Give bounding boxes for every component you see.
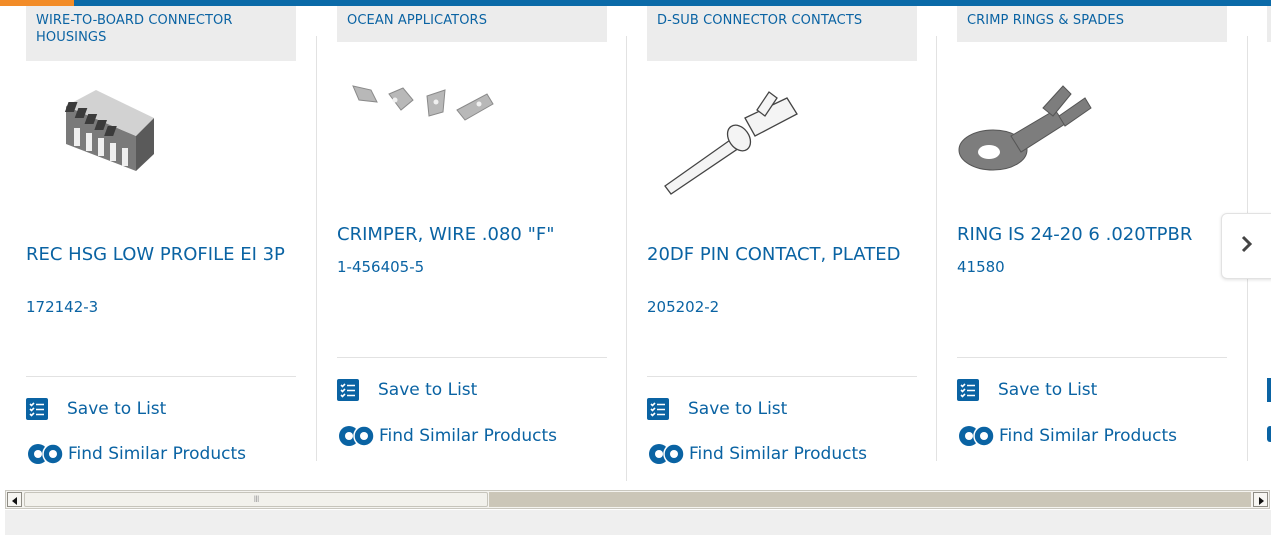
checklist-icon (647, 398, 669, 420)
gears-icon (26, 442, 66, 466)
part-number-link[interactable]: 205202-2 (647, 298, 719, 316)
find-similar-label: Find Similar Products (689, 444, 867, 464)
gears-icon (647, 442, 687, 466)
save-to-list-button[interactable]: Save to List (26, 398, 166, 420)
category-label[interactable]: WIRE-TO-BOARD CONNECTOR HOUSINGS (26, 6, 296, 61)
product-carousel: WIRE-TO-BOARD CONNECTOR HOUSINGS REC HSG… (0, 6, 1271, 482)
checklist-icon (26, 398, 48, 420)
gears-icon (337, 424, 377, 448)
arrow-right-icon (1257, 490, 1265, 509)
find-similar-label: Find Similar Products (379, 426, 557, 446)
save-to-list-label: Save to List (688, 399, 788, 419)
product-title-link[interactable]: CRIMPER, WIRE .080 "F" (337, 226, 607, 244)
category-label[interactable]: D-SUB CONNECTOR CONTACTS (647, 6, 917, 61)
save-to-list-label: Save to List (998, 380, 1098, 400)
card-separator (957, 357, 1227, 358)
card-divider (936, 36, 937, 461)
arrow-left-icon (11, 490, 19, 509)
part-number-link[interactable]: 1-456405-5 (337, 258, 424, 276)
scrollbar-thumb[interactable]: III (24, 492, 488, 507)
product-card: CRIMP RINGS & SPADES RING IS 24-20 6 .02… (957, 6, 1227, 476)
find-similar-button[interactable]: Find Similar Products (337, 424, 557, 448)
part-number-link[interactable]: 172142-3 (26, 298, 98, 316)
horizontal-scrollbar[interactable]: III (5, 490, 1270, 509)
scroll-left-button[interactable] (7, 492, 22, 507)
category-label[interactable] (1267, 6, 1271, 42)
pin-contact-image[interactable] (647, 86, 917, 216)
card-separator (26, 376, 296, 377)
card-divider (626, 36, 627, 481)
card-separator (337, 357, 607, 358)
ring-terminal-image[interactable] (957, 76, 1227, 206)
save-to-list-button[interactable]: Save to List (647, 398, 787, 420)
scrollbar-grip: III (253, 494, 260, 505)
gears-icon[interactable] (1267, 426, 1271, 442)
save-to-list-label: Save to List (67, 399, 167, 419)
gears-icon (957, 424, 997, 448)
checklist-icon (957, 379, 979, 401)
find-similar-button[interactable]: Find Similar Products (26, 442, 246, 466)
checklist-icon (337, 379, 359, 401)
find-similar-button[interactable]: Find Similar Products (647, 442, 867, 466)
footer-area (5, 510, 1271, 535)
product-card: WIRE-TO-BOARD CONNECTOR HOUSINGS REC HSG… (26, 6, 296, 476)
carousel-next-button[interactable] (1221, 213, 1271, 279)
product-card: D-SUB CONNECTOR CONTACTS 20DF PIN CONTAC… (647, 6, 917, 476)
card-divider (316, 36, 317, 461)
product-title-link[interactable]: RING IS 24-20 6 .020TPBR (957, 226, 1227, 244)
checklist-icon[interactable] (1267, 378, 1271, 402)
chevron-right-icon (1239, 234, 1255, 258)
card-separator (647, 376, 917, 377)
category-label[interactable]: OCEAN APPLICATORS (337, 6, 607, 42)
connector-housing-image[interactable] (26, 76, 296, 206)
save-to-list-button[interactable]: Save to List (337, 379, 477, 401)
product-title-link[interactable]: 20DF PIN CONTACT, PLATED (647, 246, 917, 264)
find-similar-button[interactable]: Find Similar Products (957, 424, 1177, 448)
scroll-right-button[interactable] (1253, 492, 1268, 507)
crimper-parts-image[interactable] (337, 76, 607, 206)
scrollbar-track[interactable] (489, 492, 1251, 507)
category-label[interactable]: CRIMP RINGS & SPADES (957, 6, 1227, 42)
find-similar-label: Find Similar Products (68, 444, 246, 464)
product-title-link[interactable]: REC HSG LOW PROFILE EI 3P (26, 246, 296, 264)
product-card: OCEAN APPLICATORS CRIMPER, WIRE .080 "F"… (337, 6, 607, 476)
save-to-list-button[interactable]: Save to List (957, 379, 1097, 401)
save-to-list-label: Save to List (378, 380, 478, 400)
find-similar-label: Find Similar Products (999, 426, 1177, 446)
part-number-link[interactable]: 41580 (957, 258, 1005, 276)
